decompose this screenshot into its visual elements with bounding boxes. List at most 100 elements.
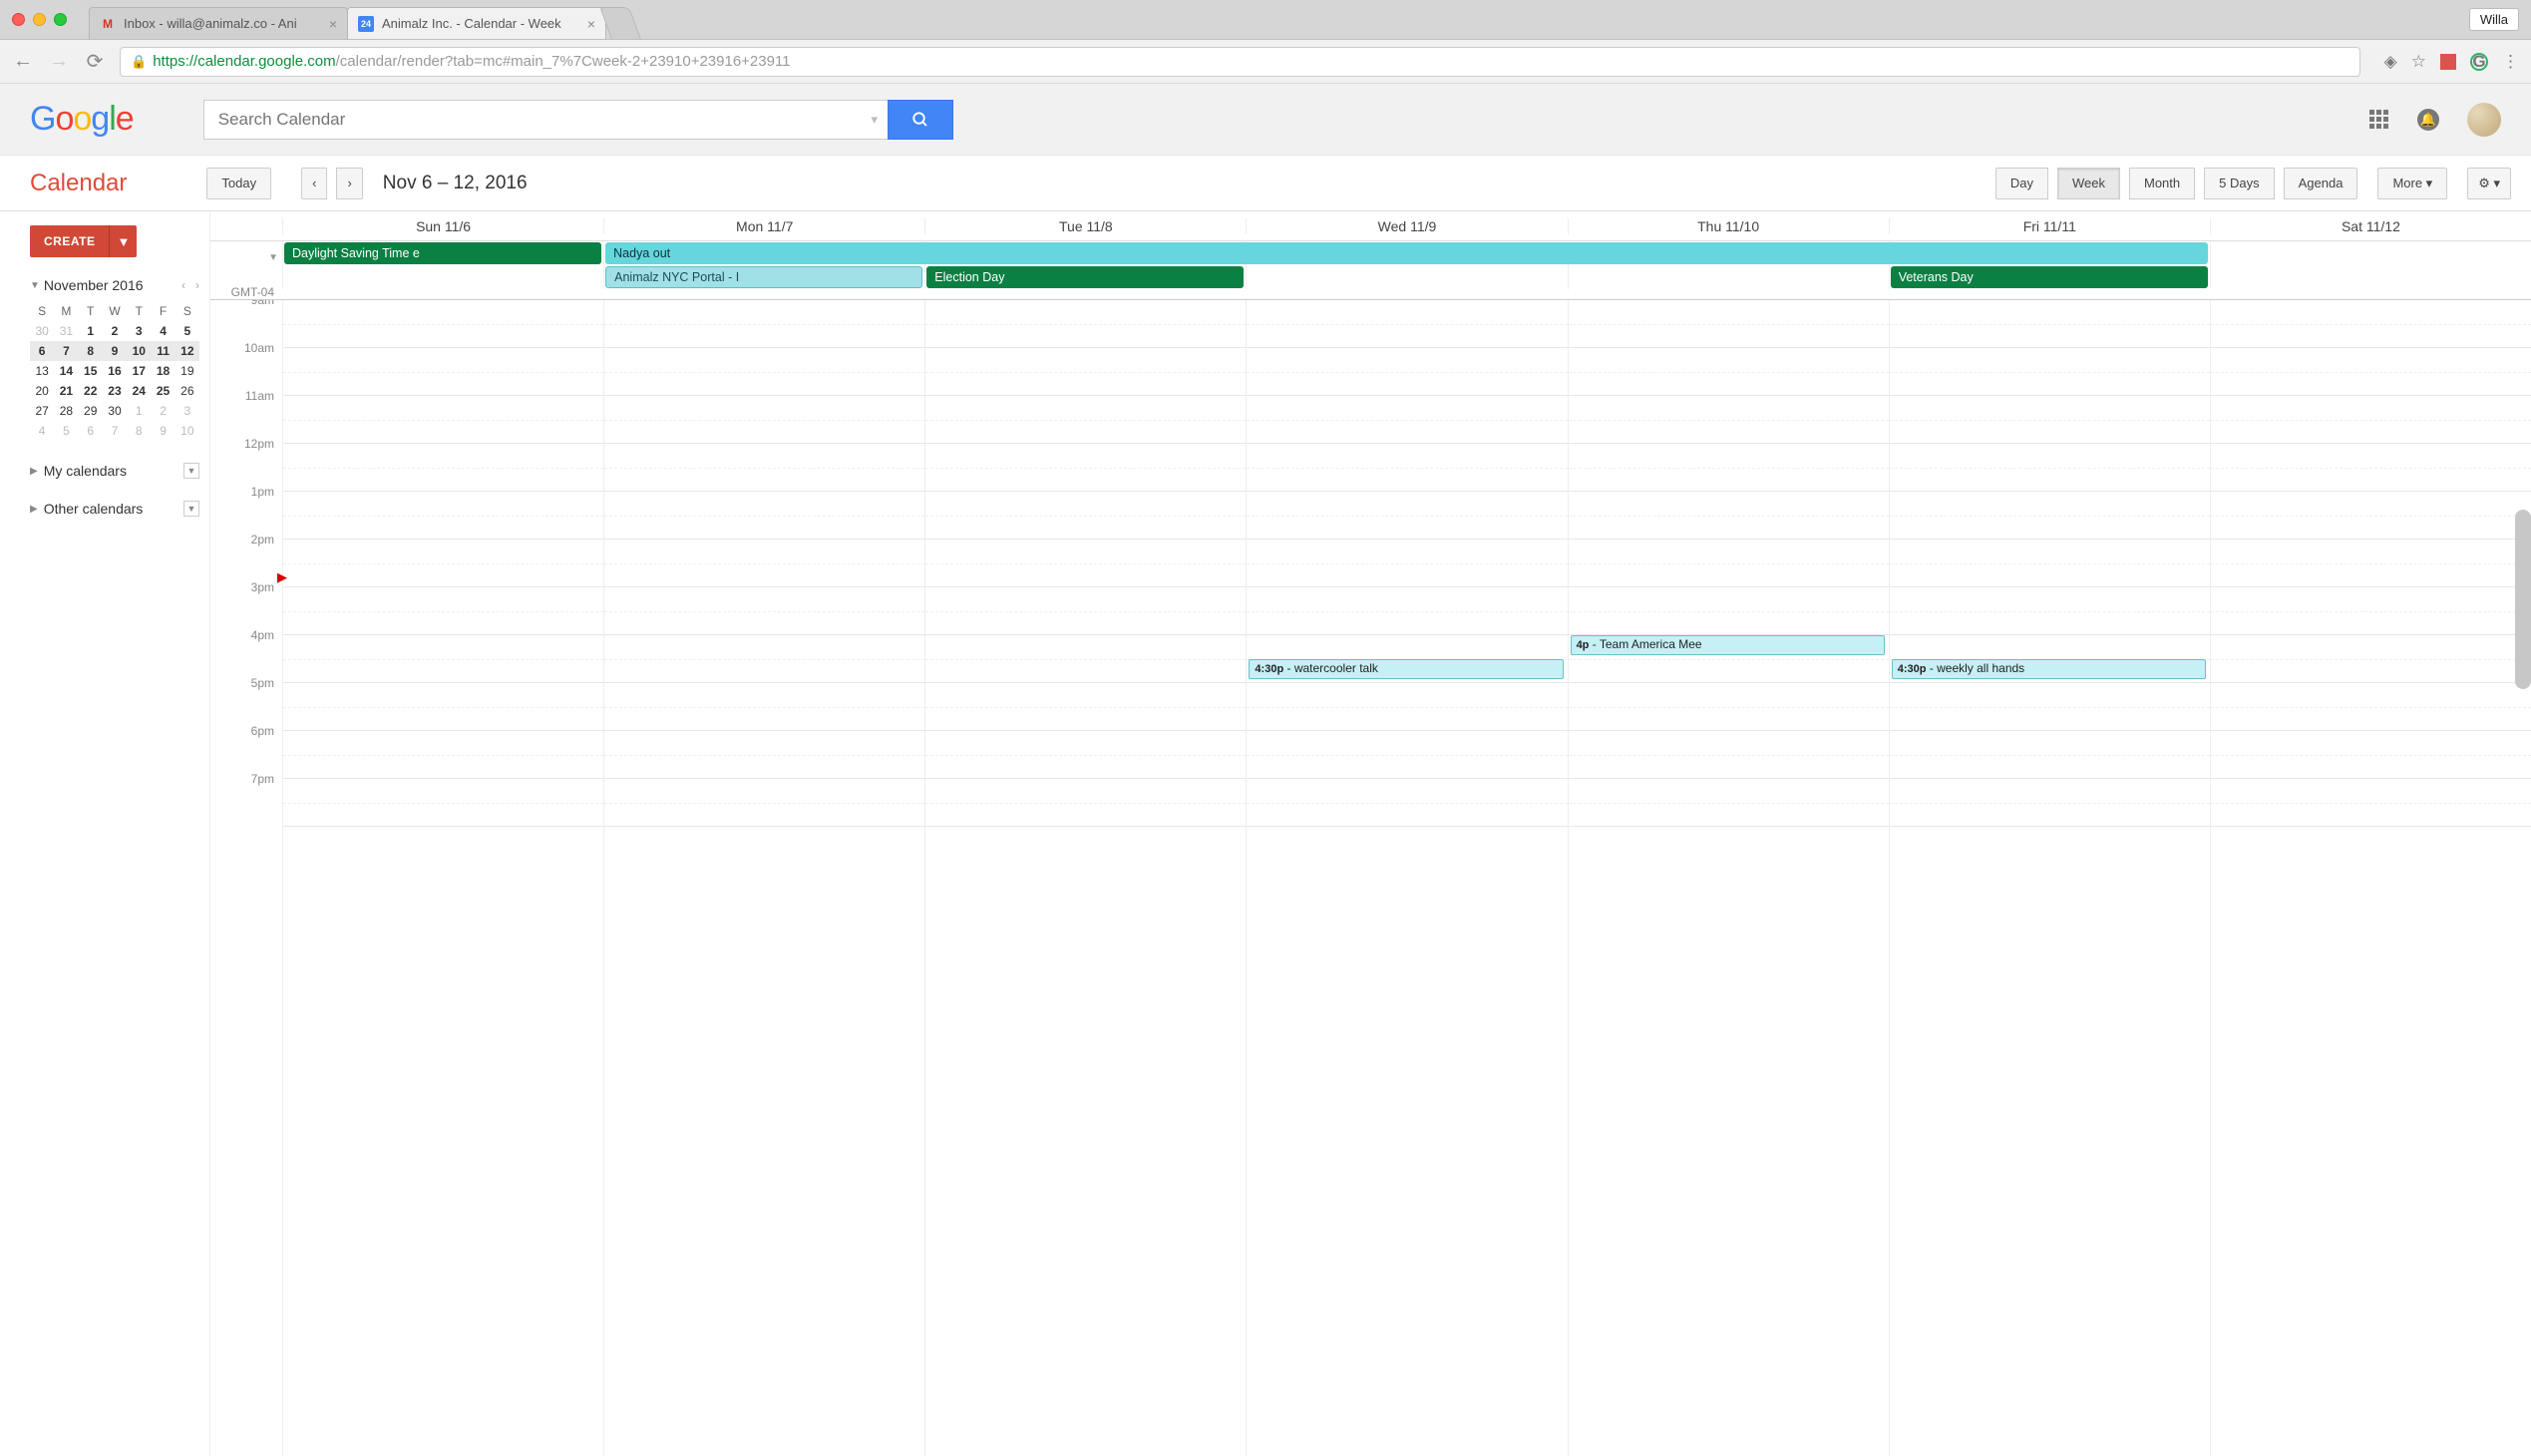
timed-event[interactable]: 4p - Team America Mee <box>1571 635 1885 655</box>
time-slot[interactable] <box>283 731 603 779</box>
time-slot[interactable] <box>604 683 924 731</box>
google-logo[interactable]: Google <box>30 100 134 139</box>
other-calendars-toggle[interactable]: ▶ Other calendars ▼ <box>30 501 199 517</box>
mini-day[interactable]: 9 <box>151 421 175 441</box>
day-column[interactable]: 4:30p - weekly all hands <box>1889 300 2210 1456</box>
settings-button[interactable]: ⚙ ▾ <box>2467 168 2511 199</box>
time-slot[interactable] <box>1890 540 2210 587</box>
mini-calendar[interactable]: SMTWTFS303112345678910111213141516171819… <box>30 301 199 441</box>
menu-icon[interactable]: ⋮ <box>2502 52 2519 72</box>
time-slot[interactable] <box>1890 348 2210 396</box>
mini-day[interactable]: 8 <box>79 341 103 361</box>
mini-day[interactable]: 5 <box>54 421 78 441</box>
address-bar[interactable]: 🔒 https://calendar.google.com/calendar/r… <box>120 47 2360 77</box>
time-slot[interactable] <box>925 348 1246 396</box>
allday-cell[interactable] <box>2210 265 2531 289</box>
forward-icon[interactable]: → <box>48 50 70 73</box>
mini-day[interactable]: 20 <box>30 381 54 401</box>
mini-day[interactable]: 8 <box>127 421 151 441</box>
time-slot[interactable] <box>283 683 603 731</box>
time-slot[interactable] <box>604 731 924 779</box>
time-slot[interactable] <box>283 300 603 348</box>
mini-day[interactable]: 23 <box>103 381 127 401</box>
mini-day[interactable]: 12 <box>176 341 199 361</box>
mini-day[interactable]: 22 <box>79 381 103 401</box>
mini-day[interactable]: 24 <box>127 381 151 401</box>
mini-day[interactable]: 6 <box>30 341 54 361</box>
mini-day[interactable]: 17 <box>127 361 151 381</box>
day-column[interactable] <box>603 300 924 1456</box>
time-slot[interactable] <box>283 587 603 635</box>
mini-day[interactable]: 26 <box>176 381 199 401</box>
time-slot[interactable] <box>1247 300 1567 348</box>
mini-day[interactable]: 18 <box>151 361 175 381</box>
time-slot[interactable] <box>604 444 924 492</box>
dropdown-icon[interactable]: ▼ <box>183 501 199 517</box>
time-slot[interactable] <box>1890 300 2210 348</box>
time-slot[interactable] <box>604 540 924 587</box>
day-header[interactable]: Fri 11/11 <box>1889 218 2210 234</box>
tab-close-icon[interactable]: × <box>329 16 337 32</box>
time-slot[interactable] <box>925 540 1246 587</box>
time-slot[interactable] <box>1247 540 1567 587</box>
allday-cell[interactable] <box>282 265 603 289</box>
time-slot[interactable] <box>1890 396 2210 444</box>
next-period-button[interactable]: › <box>336 168 362 199</box>
time-slot[interactable] <box>283 396 603 444</box>
time-slot[interactable] <box>1569 540 1889 587</box>
day-column[interactable]: 4:30p - watercooler talk <box>1246 300 1567 1456</box>
mini-day[interactable]: 10 <box>176 421 199 441</box>
time-slot[interactable] <box>1569 587 1889 635</box>
create-dropdown-icon[interactable]: ▼ <box>109 225 137 257</box>
mini-day[interactable]: 1 <box>79 321 103 341</box>
time-slot[interactable] <box>925 635 1246 683</box>
search-dropdown-icon[interactable]: ▾ <box>862 100 888 140</box>
timed-event[interactable]: 4:30p - weekly all hands <box>1892 659 2206 679</box>
time-slot[interactable] <box>2211 731 2531 779</box>
time-slot[interactable] <box>1890 492 2210 540</box>
time-slot[interactable] <box>1247 396 1567 444</box>
mini-day[interactable]: 2 <box>151 401 175 421</box>
mini-day[interactable]: 7 <box>103 421 127 441</box>
chevron-down-icon[interactable]: ▼ <box>30 280 40 291</box>
time-slot[interactable] <box>1890 683 2210 731</box>
minimize-window-icon[interactable] <box>33 13 46 26</box>
tab-close-icon[interactable]: × <box>587 16 595 32</box>
mini-day[interactable]: 30 <box>30 321 54 341</box>
time-slot[interactable] <box>925 587 1246 635</box>
back-icon[interactable]: ← <box>12 50 34 73</box>
day-column[interactable] <box>282 300 603 1456</box>
mini-day[interactable]: 11 <box>151 341 175 361</box>
time-slot[interactable] <box>1569 300 1889 348</box>
time-slot[interactable] <box>2211 635 2531 683</box>
grammarly-icon[interactable]: G <box>2470 53 2488 71</box>
reload-icon[interactable]: ⟳ <box>84 49 106 74</box>
time-slot[interactable] <box>1569 492 1889 540</box>
time-slot[interactable] <box>283 348 603 396</box>
diamond-icon[interactable]: ◈ <box>2384 52 2397 72</box>
time-slot[interactable] <box>925 300 1246 348</box>
time-slot[interactable] <box>2211 492 2531 540</box>
browser-tab-inbox[interactable]: M Inbox - willa@animalz.co - Ani × <box>89 7 348 39</box>
time-slot[interactable] <box>2211 779 2531 827</box>
time-slot[interactable] <box>2211 540 2531 587</box>
time-slot[interactable] <box>604 300 924 348</box>
mini-day[interactable]: 15 <box>79 361 103 381</box>
time-slot[interactable] <box>1247 731 1567 779</box>
notifications-icon[interactable]: 🔔 <box>2417 109 2439 131</box>
time-slot[interactable] <box>1247 348 1567 396</box>
time-slot[interactable] <box>2211 300 2531 348</box>
allday-cell[interactable] <box>2210 241 2531 265</box>
search-button[interactable] <box>888 100 953 140</box>
time-slot[interactable] <box>1569 731 1889 779</box>
today-button[interactable]: Today <box>206 168 271 199</box>
avatar[interactable] <box>2467 103 2501 137</box>
day-header[interactable]: Sun 11/6 <box>282 218 603 234</box>
time-slot[interactable] <box>604 348 924 396</box>
time-slot[interactable] <box>1890 779 2210 827</box>
time-slot[interactable] <box>604 396 924 444</box>
allday-event[interactable]: Election Day <box>926 266 1244 288</box>
time-slot[interactable] <box>1890 731 2210 779</box>
mini-day[interactable]: 2 <box>103 321 127 341</box>
allday-event[interactable]: Nadya out <box>605 242 2208 264</box>
